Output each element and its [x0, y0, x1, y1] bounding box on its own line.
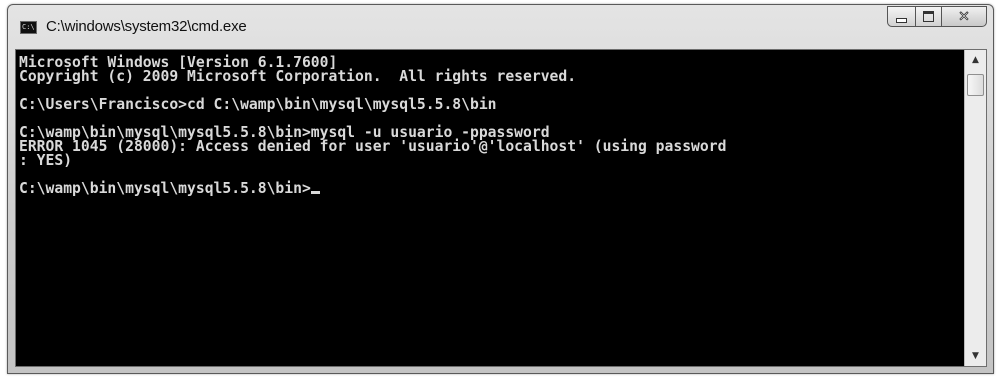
title-bar[interactable]: C:\ C:\windows\system32\cmd.exe ✕	[8, 5, 993, 49]
console-line: Copyright (c) 2009 Microsoft Corporation…	[19, 68, 577, 85]
caption-buttons: ✕	[887, 6, 987, 27]
vertical-scrollbar[interactable]: ▲ ▼	[964, 50, 986, 366]
text-cursor	[310, 191, 320, 194]
minimize-icon	[896, 17, 907, 23]
console-line: ERROR 1045 (28000): Access denied for us…	[19, 138, 727, 155]
window-title: C:\windows\system32\cmd.exe	[46, 18, 247, 35]
arrow-down-icon[interactable]: ▼	[965, 346, 986, 366]
close-icon: ✕	[958, 8, 971, 25]
minimize-button[interactable]	[887, 6, 915, 27]
console-app-icon[interactable]: C:\	[20, 21, 37, 34]
cmd-window: C:\ C:\windows\system32\cmd.exe ✕ Micros…	[7, 4, 994, 374]
scrollbar-thumb[interactable]	[967, 74, 984, 96]
console-line: C:\wamp\bin\mysql\mysql5.5.8\bin>	[19, 181, 964, 196]
console-line: : YES)	[19, 152, 73, 169]
arrow-up-icon[interactable]: ▲	[965, 50, 986, 70]
maximize-icon	[923, 11, 934, 22]
console-output[interactable]: Microsoft Windows [Version 6.1.7600] Copy…	[16, 50, 964, 366]
maximize-button[interactable]	[915, 6, 941, 27]
close-button[interactable]: ✕	[941, 6, 987, 27]
console-client-area: Microsoft Windows [Version 6.1.7600] Copy…	[15, 49, 987, 367]
console-line: C:\Users\Francisco>cd C:\wamp\bin\mysql\…	[19, 96, 497, 113]
